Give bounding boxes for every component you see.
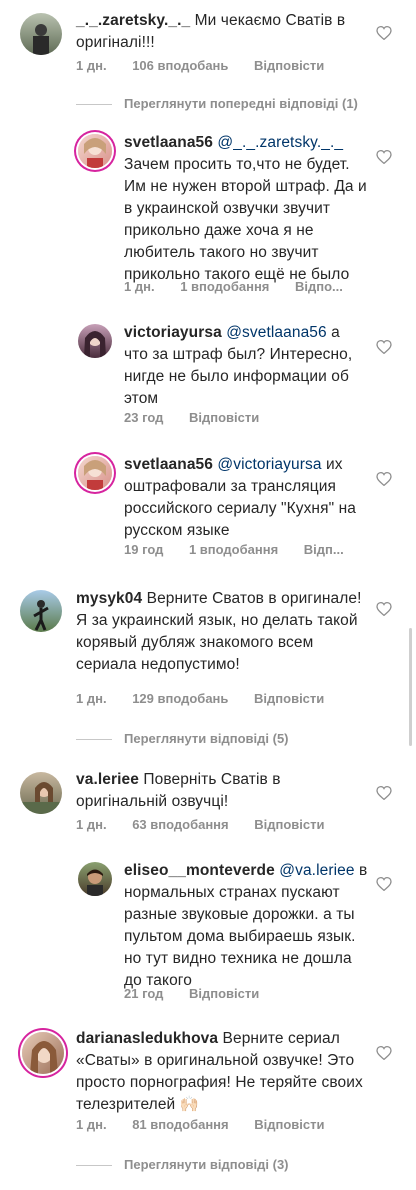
likes-count[interactable]: 1 вподобання bbox=[189, 542, 278, 557]
divider-line bbox=[76, 739, 112, 741]
comment-body: Зачем просить то,что не будет. Им не нуж… bbox=[124, 156, 367, 283]
heart-icon[interactable] bbox=[376, 340, 392, 354]
view-replies-button[interactable]: Переглянути відповіді (3) bbox=[76, 1157, 289, 1172]
view-previous-replies-button[interactable]: Переглянути попередні відповіді (1) bbox=[76, 96, 358, 111]
reply-button[interactable]: Відпо... bbox=[295, 279, 343, 294]
reply-button[interactable]: Відп... bbox=[304, 542, 344, 557]
comment-meta: 19 год 1 вподобання Відп... bbox=[124, 542, 366, 557]
heart-icon[interactable] bbox=[376, 26, 392, 40]
avatar[interactable] bbox=[20, 772, 62, 814]
mention-link[interactable]: @_._.zaretsky._._ bbox=[217, 134, 343, 151]
divider-line bbox=[76, 104, 112, 106]
username[interactable]: svetlaana56 bbox=[124, 456, 213, 473]
comment-time: 1 дн. bbox=[76, 691, 107, 706]
comment-meta: 1 дн. 1 вподобання Відпо... bbox=[124, 279, 365, 294]
comment-time: 1 дн. bbox=[76, 817, 107, 832]
scrollbar[interactable] bbox=[409, 628, 412, 746]
username[interactable]: darianasledukhova bbox=[76, 1030, 218, 1047]
likes-count[interactable]: 106 вподобань bbox=[132, 58, 228, 73]
mention-link[interactable]: @victoriayursa bbox=[217, 456, 321, 473]
mention-link[interactable]: @va.leriee bbox=[279, 862, 354, 879]
heart-icon[interactable] bbox=[376, 602, 392, 616]
comment-text: darianasledukhova Верните сериал «Сваты»… bbox=[76, 1028, 368, 1116]
comment-time: 1 дн. bbox=[124, 279, 155, 294]
username[interactable]: eliseo__monteverde bbox=[124, 862, 275, 879]
reply-button[interactable]: Відповісти bbox=[254, 817, 324, 832]
heart-icon[interactable] bbox=[376, 786, 392, 800]
comment-meta: 1 дн. 81 вподобання Відповісти bbox=[76, 1117, 347, 1132]
likes-count[interactable]: 129 вподобань bbox=[132, 691, 228, 706]
comment-meta: 23 год Відповісти bbox=[124, 410, 281, 425]
username[interactable]: va.leriee bbox=[76, 771, 139, 788]
username[interactable]: _._.zaretsky._._ bbox=[76, 12, 190, 29]
reply-button[interactable]: Відповісти bbox=[254, 691, 324, 706]
heart-icon[interactable] bbox=[376, 1046, 392, 1060]
avatar[interactable] bbox=[78, 324, 112, 358]
comment-meta: 1 дн. 129 вподобань Відповісти bbox=[76, 691, 346, 706]
divider-line bbox=[76, 1165, 112, 1167]
comment-text: va.leriee Поверніть Сватів в оригінальні… bbox=[76, 769, 368, 813]
comment-meta: 21 год Відповісти bbox=[124, 986, 281, 1001]
avatar[interactable] bbox=[78, 456, 112, 490]
comment-text: eliseo__monteverde @va.leriee в нормальн… bbox=[124, 860, 368, 992]
comment-time: 19 год bbox=[124, 542, 164, 557]
avatar[interactable] bbox=[20, 13, 62, 55]
reply-button[interactable]: Відповісти bbox=[254, 1117, 324, 1132]
likes-count[interactable]: 81 вподобання bbox=[132, 1117, 228, 1132]
avatar[interactable] bbox=[78, 862, 112, 896]
likes-count[interactable]: 1 вподобання bbox=[180, 279, 269, 294]
comment-text: svetlaana56 @_._.zaretsky._._ Зачем прос… bbox=[124, 132, 368, 286]
reply-button[interactable]: Відповісти bbox=[254, 58, 324, 73]
comment-body: в нормальных странах пускают разные звук… bbox=[124, 862, 368, 989]
comment-meta: 1 дн. 63 вподобання Відповісти bbox=[76, 817, 347, 832]
mention-link[interactable]: @svetlaana56 bbox=[226, 324, 327, 341]
avatar[interactable] bbox=[78, 134, 112, 168]
comment-time: 23 год bbox=[124, 410, 164, 425]
comment-meta: 1 дн. 106 вподобань Відповісти bbox=[76, 58, 346, 73]
comment-time: 21 год bbox=[124, 986, 164, 1001]
comment-text: _._.zaretsky._._ Ми чекаємо Сватів в ори… bbox=[76, 10, 366, 54]
view-replies-button[interactable]: Переглянути відповіді (5) bbox=[76, 731, 289, 746]
heart-icon[interactable] bbox=[376, 877, 392, 891]
reply-button[interactable]: Відповісти bbox=[189, 986, 259, 1001]
comment-text: mysyk04 Верните Сватов в оригинале! Я за… bbox=[76, 588, 368, 676]
username[interactable]: svetlaana56 bbox=[124, 134, 213, 151]
likes-count[interactable]: 63 вподобання bbox=[132, 817, 228, 832]
comment-time: 1 дн. bbox=[76, 1117, 107, 1132]
username[interactable]: victoriayursa bbox=[124, 324, 222, 341]
username[interactable]: mysyk04 bbox=[76, 590, 142, 607]
heart-icon[interactable] bbox=[376, 472, 392, 486]
comment-text: svetlaana56 @victoriayursa их оштрафовал… bbox=[124, 454, 368, 542]
comment-text: victoriayursa @svetlaana56 а что за штра… bbox=[124, 322, 368, 410]
avatar[interactable] bbox=[20, 590, 62, 632]
comment-time: 1 дн. bbox=[76, 58, 107, 73]
avatar[interactable] bbox=[22, 1032, 64, 1074]
reply-button[interactable]: Відповісти bbox=[189, 410, 259, 425]
heart-icon[interactable] bbox=[376, 150, 392, 164]
